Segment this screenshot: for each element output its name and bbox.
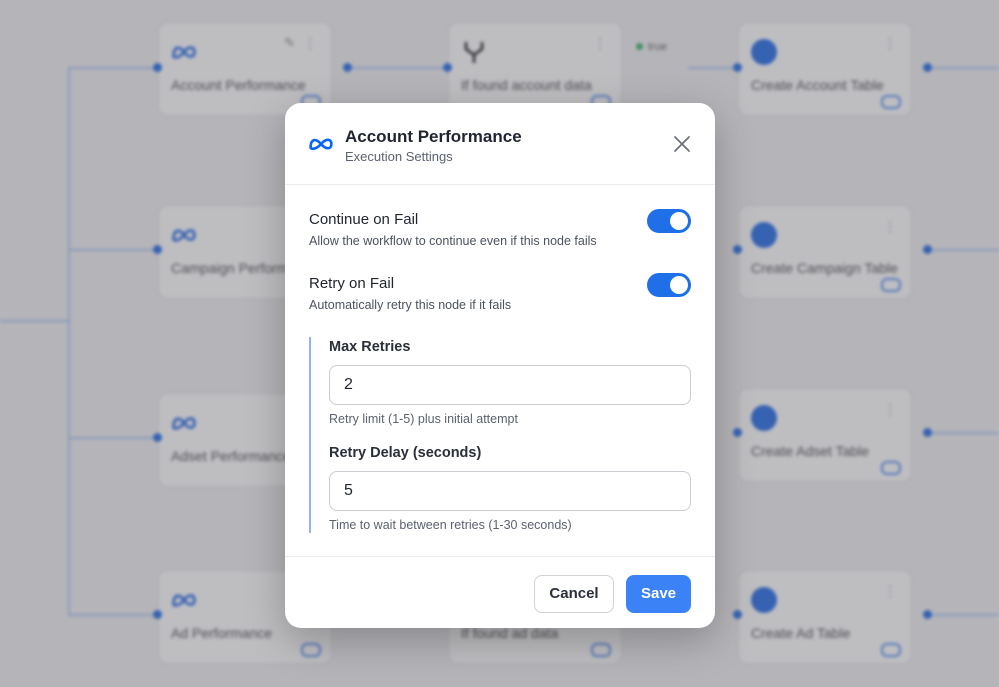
toggle-knob (670, 212, 688, 230)
toggle-knob (670, 276, 688, 294)
continue-on-fail-description: Allow the workflow to continue even if t… (309, 234, 597, 248)
retry-on-fail-title: Retry on Fail (309, 275, 395, 292)
meta-logo-icon (309, 138, 333, 151)
max-retries-help: Retry limit (1-5) plus initial attempt (329, 412, 518, 426)
retry-on-fail-description: Automatically retry this node if it fail… (309, 298, 512, 312)
retry-delay-help: Time to wait between retries (1-30 secon… (329, 518, 572, 532)
retry-on-fail-toggle[interactable] (647, 273, 691, 297)
dialog-title: Account Performance (345, 127, 522, 146)
retry-delay-label: Retry Delay (seconds) (329, 445, 482, 461)
dialog-header: Account Performance Execution Settings (285, 103, 715, 185)
close-icon[interactable] (673, 135, 691, 153)
dialog-subtitle: Execution Settings (345, 149, 453, 164)
execution-settings-dialog: Account Performance Execution Settings C… (285, 103, 715, 628)
max-retries-input[interactable]: 2 (329, 365, 691, 405)
continue-on-fail-toggle[interactable] (647, 209, 691, 233)
cancel-button[interactable]: Cancel (534, 575, 614, 613)
retry-settings-group: Max Retries 2 Retry limit (1-5) plus ini… (309, 337, 693, 533)
save-button[interactable]: Save (626, 575, 691, 613)
max-retries-label: Max Retries (329, 339, 411, 355)
continue-on-fail-title: Continue on Fail (309, 211, 419, 228)
dialog-footer: Cancel Save (285, 556, 715, 628)
retry-delay-input[interactable]: 5 (329, 471, 691, 511)
